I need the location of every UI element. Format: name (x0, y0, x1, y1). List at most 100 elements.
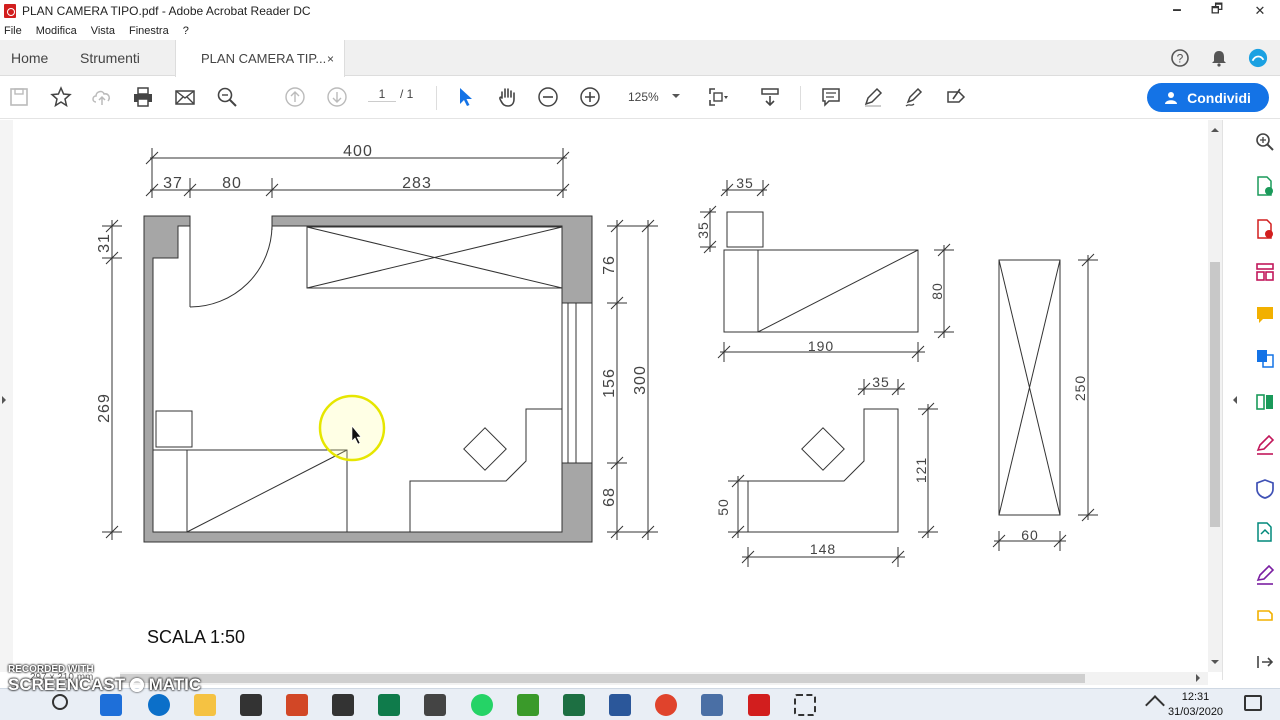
create-pdf-icon[interactable] (1253, 217, 1277, 241)
tab-document[interactable]: PLAN CAMERA TIP... × (175, 40, 345, 77)
select-cursor-icon[interactable] (452, 84, 478, 110)
menu-finestra[interactable]: Finestra (129, 25, 169, 37)
acrobat-logo-icon (4, 4, 16, 18)
maximize-button[interactable]: 🗗 (1195, 0, 1239, 22)
scroll-up-icon[interactable] (1211, 124, 1219, 132)
dim-total-width: 400 (343, 143, 373, 160)
dim-segment-3: 283 (402, 175, 432, 192)
notification-bell-icon[interactable] (1209, 48, 1229, 68)
horizontal-scroll-thumb[interactable] (120, 674, 1085, 683)
snipping-tool-icon[interactable] (794, 694, 816, 716)
zoom-out-icon[interactable] (535, 84, 561, 110)
zoom-in-icon[interactable] (577, 84, 603, 110)
wardrobe-height: 250 (1072, 375, 1088, 401)
combine-files-icon[interactable] (1253, 346, 1277, 370)
tab-home[interactable]: Home (11, 40, 48, 76)
whatsapp-icon[interactable] (471, 694, 493, 716)
page-total: / 1 (400, 87, 414, 101)
star-bookmark-icon[interactable] (48, 84, 74, 110)
powerpoint-icon[interactable] (286, 694, 308, 716)
dim-right-top: 76 (601, 255, 618, 275)
fill-sign-icon[interactable] (943, 84, 969, 110)
app-house-icon[interactable] (517, 694, 539, 716)
menu-vista[interactable]: Vista (91, 25, 115, 37)
horizontal-scrollbar[interactable] (120, 672, 1208, 685)
menu-modifica[interactable]: Modifica (36, 25, 77, 37)
scroll-right-icon[interactable] (1196, 674, 1204, 682)
next-page-icon[interactable] (324, 84, 350, 110)
export-pdf-icon[interactable] (1253, 174, 1277, 198)
chrome-icon[interactable] (655, 694, 677, 716)
left-panel-toggle[interactable] (0, 120, 13, 672)
comment-icon[interactable] (818, 84, 844, 110)
right-tools-pane (1222, 120, 1280, 680)
previous-page-icon[interactable] (282, 84, 308, 110)
mail-icon[interactable] (100, 694, 122, 716)
menu-help[interactable]: ? (183, 25, 189, 37)
organize-pages-icon[interactable] (1253, 260, 1277, 284)
window-title: PLAN CAMERA TIPO.pdf - Adobe Acrobat Rea… (22, 4, 311, 18)
library-app-icon[interactable] (240, 694, 262, 716)
clock-date: 31/03/2020 (1168, 706, 1224, 718)
search-zoom-icon[interactable] (214, 84, 240, 110)
tab-close-button[interactable]: × (327, 52, 334, 66)
edit-pen-icon[interactable] (1253, 563, 1277, 587)
watermark-line-2: SCREENCAST (8, 675, 126, 694)
desk-length: 148 (810, 541, 836, 557)
send-for-review-icon[interactable] (1253, 520, 1277, 544)
tab-tools[interactable]: Strumenti (80, 40, 140, 76)
acrobat-window: PLAN CAMERA TIPO.pdf - Adobe Acrobat Rea… (0, 0, 1280, 720)
draw-signature-icon[interactable] (901, 84, 927, 110)
vertical-scroll-thumb[interactable] (1210, 262, 1220, 527)
acrobat-taskbar-icon[interactable] (748, 694, 770, 716)
comment-tool-icon[interactable] (1253, 303, 1277, 327)
zoom-dropdown[interactable]: 125% (620, 86, 686, 108)
clock-time: 12:31 (1181, 691, 1210, 703)
upload-cloud-icon[interactable] (89, 84, 115, 110)
collapse-right-pane-icon[interactable] (1253, 650, 1277, 674)
watermark-line-1: RECORDED WITH (8, 664, 94, 675)
bed-width: 80 (929, 282, 945, 300)
edge-browser-icon[interactable] (148, 694, 170, 716)
menu-file[interactable]: File (4, 25, 22, 37)
desk-width-top: 35 (872, 374, 890, 390)
scroll-down-icon[interactable] (1211, 660, 1219, 668)
search-icon[interactable] (52, 694, 68, 710)
share-button[interactable]: Condividi (1147, 83, 1269, 112)
chevron-down-icon (672, 94, 680, 102)
add-person-icon (1165, 91, 1178, 104)
file-explorer-icon[interactable] (194, 694, 216, 716)
more-tools-icon[interactable] (1253, 606, 1277, 630)
pdf-page: 400 37 80 283 31 269 76 156 68 300 35 35… (13, 120, 1208, 672)
photos-icon[interactable] (701, 694, 723, 716)
account-avatar-icon[interactable] (1248, 48, 1268, 68)
dim-right-total: 300 (632, 365, 649, 395)
page-fit-icon[interactable] (705, 84, 731, 110)
minimize-button[interactable]: 🗕 (1155, 0, 1199, 22)
excel-icon[interactable] (563, 694, 585, 716)
protect-shield-icon[interactable] (1253, 477, 1277, 501)
highlight-pen-icon[interactable] (860, 84, 886, 110)
help-icon[interactable]: ? (1170, 48, 1190, 68)
fill-sign-tool-icon[interactable] (1253, 433, 1277, 457)
collapse-pane-icon[interactable] (1229, 396, 1237, 404)
hand-tool-icon[interactable] (494, 84, 520, 110)
store-icon[interactable] (332, 694, 354, 716)
email-icon[interactable] (172, 84, 198, 110)
scroll-mode-icon[interactable] (757, 84, 783, 110)
compare-files-icon[interactable] (1253, 390, 1277, 414)
zoom-value: 125% (628, 90, 659, 104)
watermark-line-3: MATIC (148, 675, 202, 694)
close-window-button[interactable]: ✕ (1238, 0, 1280, 22)
save-icon[interactable] (6, 84, 32, 110)
page-number-input[interactable]: 1 (368, 87, 396, 102)
word-icon[interactable] (609, 694, 631, 716)
system-clock[interactable]: 12:31 31/03/2020 (1168, 690, 1223, 720)
notification-center-icon[interactable] (1244, 695, 1262, 711)
zoom-search-pane-icon[interactable] (1253, 130, 1277, 154)
vertical-scrollbar[interactable] (1208, 120, 1222, 672)
menu-bar: File Modifica Vista Finestra ? (0, 22, 1280, 40)
print-icon[interactable] (130, 84, 156, 110)
media-app-icon[interactable] (424, 694, 446, 716)
publisher-icon[interactable] (378, 694, 400, 716)
